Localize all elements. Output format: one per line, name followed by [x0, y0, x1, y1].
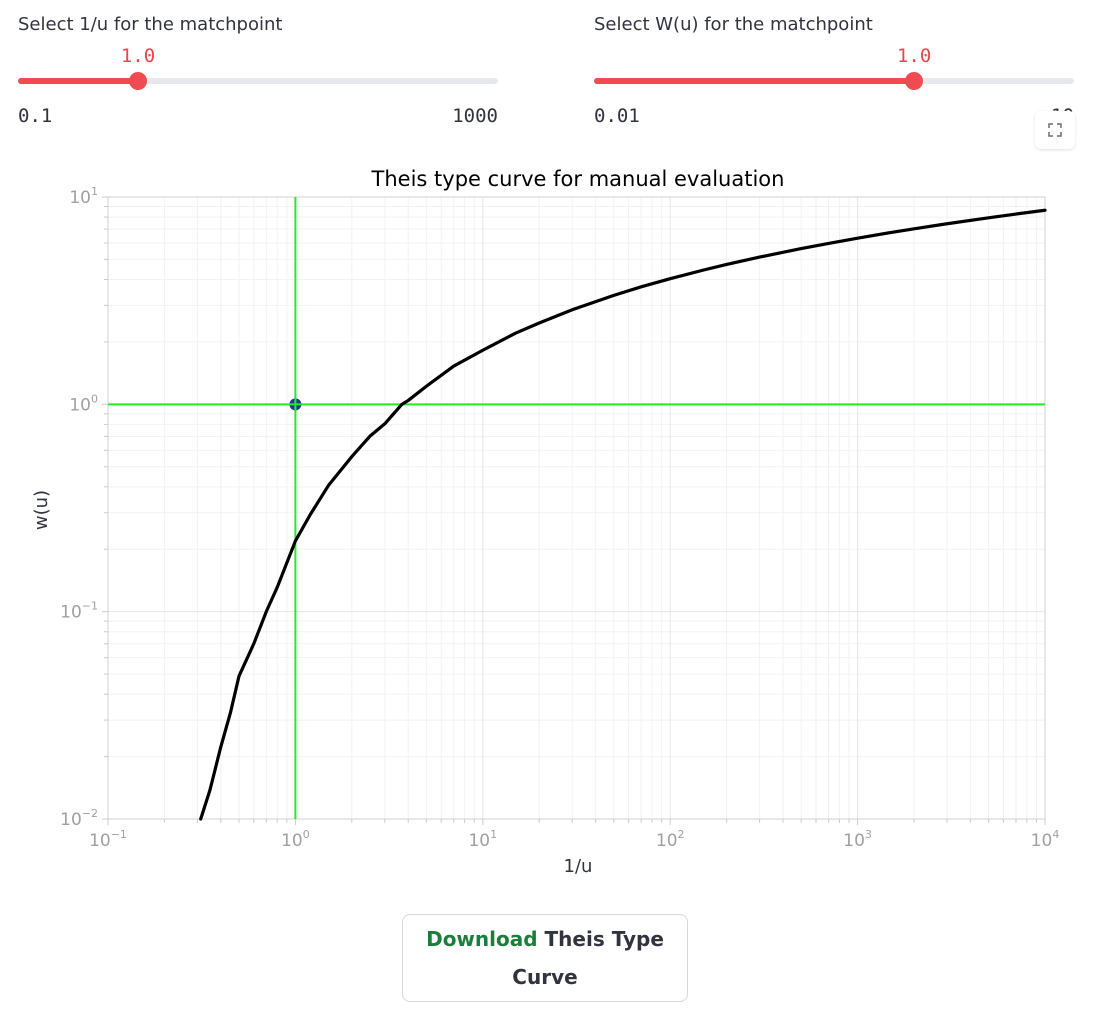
slider-1-over-u-track[interactable] [18, 78, 498, 84]
y-axis-ticks: 10−2 10−1 100 101 [60, 185, 108, 830]
download-word: Download [426, 927, 538, 951]
app-page: Select 1/u for the matchpoint 1.0 0.1 10… [0, 0, 1108, 1023]
download-label-line2: Curve [512, 965, 578, 989]
slider-1-over-u-fill [18, 78, 138, 84]
slider-1-over-u-value: 1.0 [120, 45, 156, 67]
x-axis-label: 1/u [564, 856, 593, 877]
fullscreen-icon [1048, 123, 1062, 137]
y-tick-label: 100 [69, 392, 98, 415]
slider-1-over-u-max: 1000 [452, 105, 498, 127]
slider-w-of-u-track[interactable] [594, 78, 1074, 84]
x-tick-label: 100 [281, 828, 310, 851]
slider-1-over-u-label: Select 1/u for the matchpoint [18, 14, 283, 35]
slider-1-over-u-thumb[interactable] [129, 72, 147, 90]
slider-w-of-u-fill [594, 78, 915, 84]
slider-w-of-u-thumb[interactable] [905, 72, 924, 90]
download-theis-type-curve-button[interactable]: Download Theis Type Curve [402, 914, 688, 1002]
theis-type-curve-chart: 10−1 100 101 102 103 104 10−210−1100101 Theis… [31, 167, 1059, 877]
y-tick-label: 101 [69, 185, 98, 208]
slider-1-over-u: Select 1/u for the matchpoint 1.0 0.1 10… [18, 14, 498, 129]
slider-w-of-u-min: 0.01 [594, 105, 640, 127]
matchpoint-layer [289, 398, 302, 411]
plot-area [108, 197, 1045, 819]
y-tick-label: 10−2 [60, 807, 98, 830]
x-tick-label: 103 [843, 828, 872, 851]
x-tick-label: 101 [468, 828, 497, 851]
x-axis-ticks: 10−1 100 101 102 103 104 [89, 819, 1059, 851]
x-tick-label: 10−1 [89, 828, 127, 851]
download-label-line1: Theis Type [544, 927, 664, 951]
y-axis-label: w(u) [31, 490, 52, 530]
slider-1-over-u-min: 0.1 [18, 105, 53, 127]
x-tick-label: 104 [1031, 828, 1060, 851]
slider-w-of-u: Select W(u) for the matchpoint 1.0 0.01 … [594, 14, 1074, 129]
slider-w-of-u-value: 1.0 [896, 45, 932, 67]
slider-w-of-u-label: Select W(u) for the matchpoint [594, 14, 873, 35]
chart-title: Theis type curve for manual evaluation [371, 167, 785, 191]
fullscreen-button[interactable] [1035, 111, 1075, 149]
y-tick-label: 10−1 [60, 600, 98, 623]
x-tick-label: 102 [656, 828, 685, 851]
